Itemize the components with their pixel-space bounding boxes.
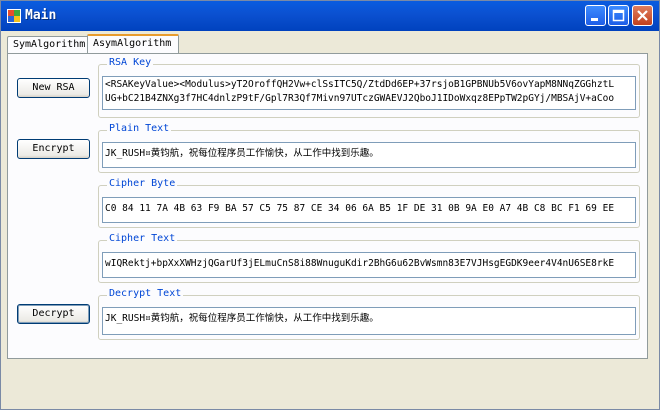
plain-text-label: Plain Text bbox=[107, 123, 172, 134]
tab-asymalgorithm[interactable]: AsymAlgorithm bbox=[87, 34, 179, 53]
maximize-button[interactable] bbox=[608, 5, 629, 26]
plain-text-group: Plain Text JK_RUSH¤黄钧航，祝每位程序员工作愉快，从工作中找到… bbox=[98, 123, 640, 173]
rsa-key-label: RSA Key bbox=[107, 57, 154, 68]
cipher-text-label: Cipher Text bbox=[107, 233, 178, 244]
cipher-byte-group: Cipher Byte C0 84 11 7A 4B 63 F9 BA 57 C… bbox=[98, 178, 640, 228]
decrypt-button[interactable]: Decrypt bbox=[17, 304, 90, 324]
plain-text-textbox[interactable]: JK_RUSH¤黄钧航，祝每位程序员工作愉快，从工作中找到乐趣。 bbox=[102, 142, 636, 168]
minimize-button[interactable] bbox=[585, 5, 606, 26]
tab-symalgorithm[interactable]: SymAlgorithm bbox=[7, 36, 92, 53]
decrypt-text-textbox[interactable]: JK_RUSH¤黄钧航，祝每位程序员工作愉快，从工作中找到乐趣。 bbox=[102, 307, 636, 335]
cipher-byte-label: Cipher Byte bbox=[107, 178, 178, 189]
decrypt-text-group: Decrypt Text JK_RUSH¤黄钧航，祝每位程序员工作愉快，从工作中… bbox=[98, 288, 640, 340]
minimize-icon bbox=[591, 18, 598, 21]
decrypt-text-label: Decrypt Text bbox=[107, 288, 184, 299]
rsa-key-line: <RSAKeyValue><Modulus>yT2OroffQH2Vw+clSs… bbox=[105, 79, 615, 90]
rsa-key-textbox[interactable]: <RSAKeyValue><Modulus>yT2OroffQH2Vw+clSs… bbox=[102, 76, 636, 110]
close-icon bbox=[637, 10, 648, 21]
rsa-key-group: RSA Key <RSAKeyValue><Modulus>yT2OroffQH… bbox=[98, 57, 640, 118]
maximize-icon bbox=[612, 9, 625, 22]
cipher-text-group: Cipher Text wIQRektj+bpXxXWHzjQGarUf3jEL… bbox=[98, 233, 640, 283]
window-title: Main bbox=[25, 8, 57, 23]
close-button[interactable] bbox=[632, 5, 653, 26]
app-icon bbox=[7, 9, 21, 23]
main-window: Main SymAlgorithm AsymAlgorithm New RSA … bbox=[0, 0, 660, 410]
title-bar[interactable]: Main bbox=[1, 1, 659, 31]
asym-tab-page: New RSA Encrypt Decrypt RSA Key <RSAKeyV… bbox=[7, 53, 648, 359]
rsa-key-line: UG+bC21B4ZNXg3f7HC4dnlzP9tF/Gpl7R3Qf7Miv… bbox=[105, 93, 615, 104]
cipher-text-textbox[interactable]: wIQRektj+bpXxXWHzjQGarUf3jELmuCnS8i88Wnu… bbox=[102, 252, 636, 278]
encrypt-button[interactable]: Encrypt bbox=[17, 139, 90, 159]
new-rsa-button[interactable]: New RSA bbox=[17, 78, 90, 98]
cipher-byte-textbox[interactable]: C0 84 11 7A 4B 63 F9 BA 57 C5 75 87 CE 3… bbox=[102, 197, 636, 223]
